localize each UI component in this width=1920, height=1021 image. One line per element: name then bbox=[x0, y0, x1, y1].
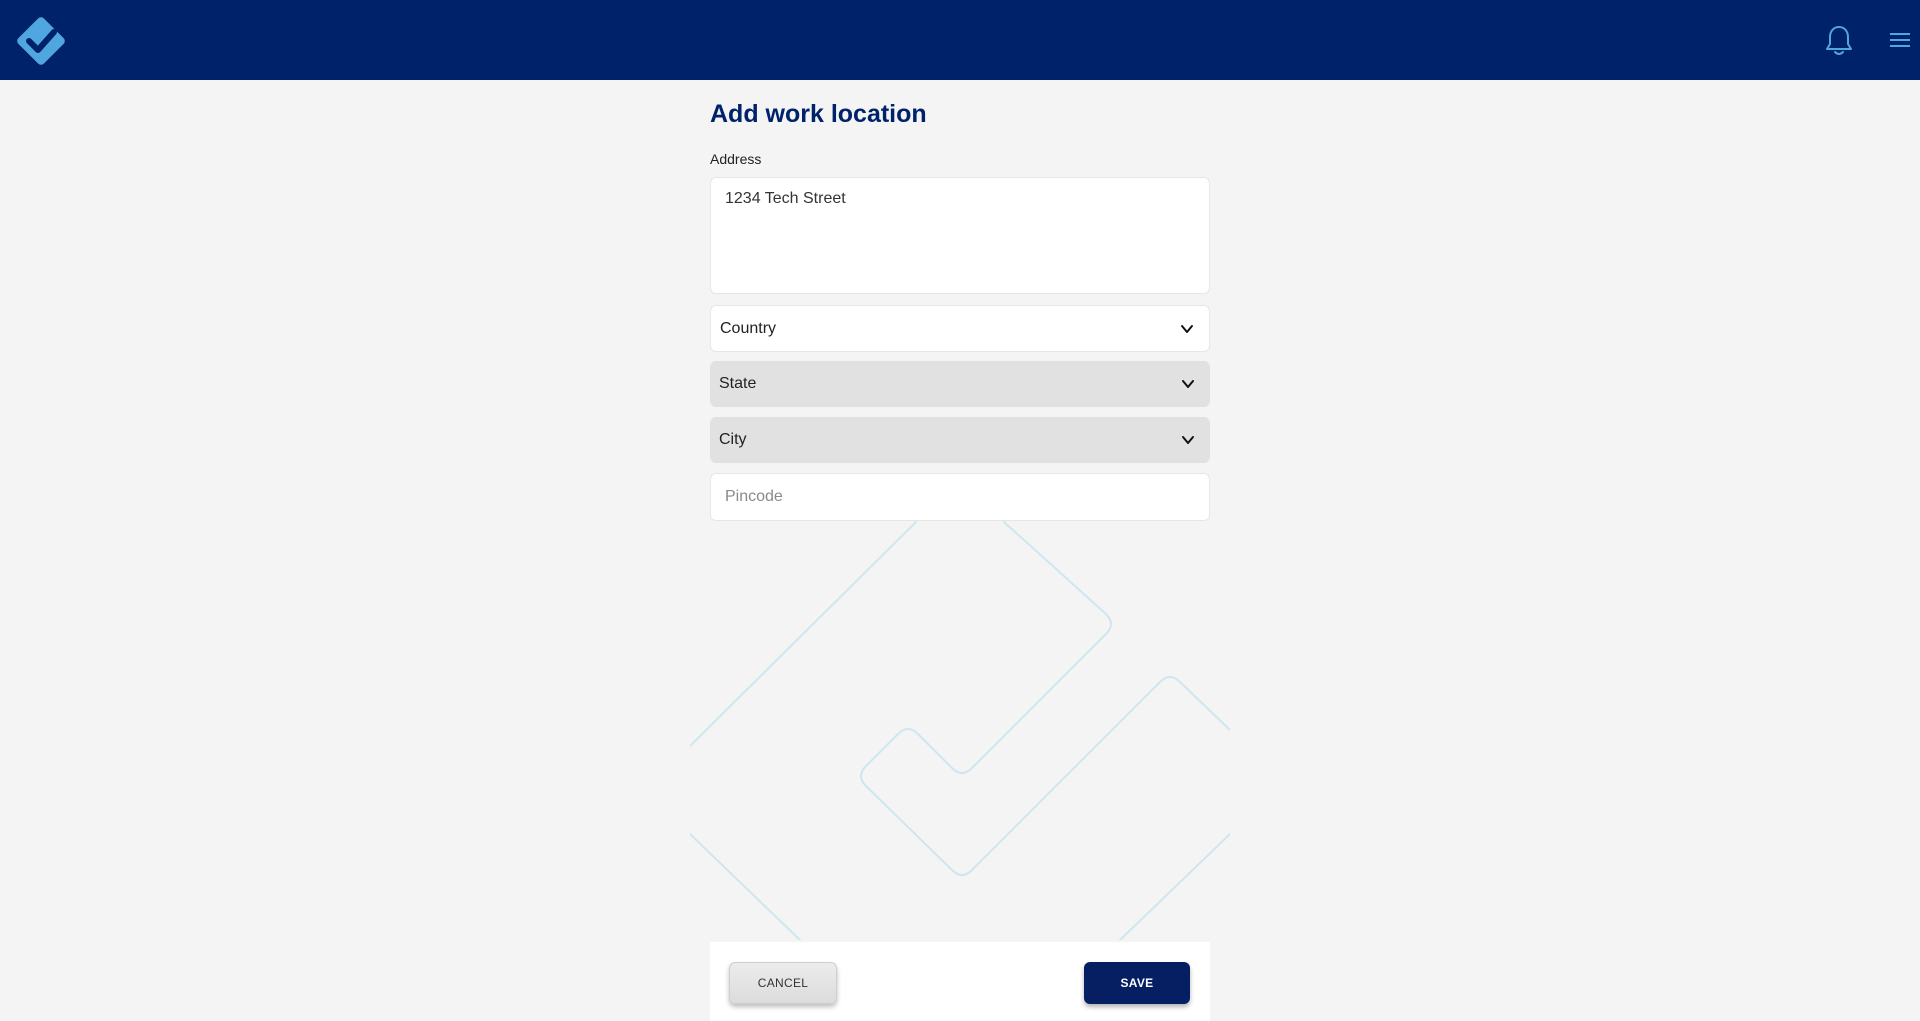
bell-icon[interactable] bbox=[1824, 24, 1854, 56]
country-select-label: Country bbox=[720, 319, 777, 337]
chevron-down-icon bbox=[1182, 436, 1194, 444]
address-label: Address bbox=[710, 151, 762, 167]
form-footer: CANCEL SAVE bbox=[710, 942, 1210, 1021]
app-logo-icon[interactable] bbox=[14, 14, 68, 68]
city-select-label: City bbox=[719, 431, 747, 448]
background-watermark-icon bbox=[690, 521, 1230, 940]
city-select[interactable]: City bbox=[710, 417, 1210, 463]
app-header bbox=[0, 0, 1920, 80]
chevron-down-icon bbox=[1182, 380, 1194, 388]
address-field[interactable]: 1234 Tech Street bbox=[710, 177, 1210, 294]
state-select[interactable]: State bbox=[710, 361, 1210, 407]
save-button[interactable]: SAVE bbox=[1084, 962, 1190, 1004]
hamburger-menu-icon[interactable] bbox=[1888, 30, 1912, 50]
pincode-input[interactable] bbox=[710, 473, 1210, 521]
state-select-label: State bbox=[719, 375, 757, 392]
cancel-button[interactable]: CANCEL bbox=[729, 962, 837, 1004]
chevron-down-icon bbox=[1181, 324, 1193, 333]
country-select[interactable]: Country bbox=[710, 305, 1210, 352]
page-title: Add work location bbox=[710, 100, 927, 128]
